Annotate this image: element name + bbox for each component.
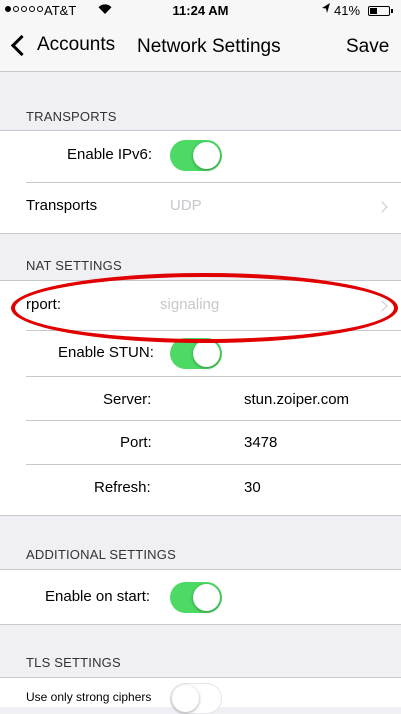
server-label: Server: — [103, 391, 152, 408]
transports-row[interactable]: Transports UDP — [0, 183, 401, 233]
section-header-additional: ADDITIONAL SETTINGS — [26, 547, 176, 562]
rport-label: rport: — [26, 296, 62, 313]
server-value[interactable]: stun.zoiper.com — [244, 391, 349, 408]
section-header-nat: NAT SETTINGS — [26, 258, 122, 273]
battery-tip — [391, 9, 393, 13]
enable-stun-label: Enable STUN: — [58, 344, 154, 361]
tls-group: Use only strong ciphers — [0, 677, 401, 714]
location-arrow-icon — [321, 2, 331, 17]
rport-row[interactable]: rport: signaling — [0, 280, 401, 330]
additional-group: Enable on start: — [0, 569, 401, 625]
enable-on-start-label: Enable on start: — [45, 588, 151, 605]
back-button[interactable]: Accounts — [6, 34, 115, 56]
refresh-value[interactable]: 30 — [244, 479, 261, 496]
battery-percent: 41% — [334, 3, 361, 18]
chevron-left-icon — [10, 34, 33, 56]
port-value[interactable]: 3478 — [244, 434, 277, 451]
enable-ipv6-label: Enable IPv6: — [67, 146, 153, 163]
navigation-bar: Accounts Network Settings Save — [0, 22, 401, 72]
save-button[interactable]: Save — [346, 36, 389, 58]
refresh-label: Refresh: — [94, 479, 151, 496]
port-label: Port: — [120, 434, 152, 451]
page-title: Network Settings — [137, 36, 281, 57]
nat-group: rport: signaling Enable STUN: Server: st… — [0, 280, 401, 516]
strong-ciphers-label: Use only strong ciphers — [26, 690, 152, 704]
rport-value: signaling — [160, 296, 220, 313]
section-header-tls: TLS SETTINGS — [26, 655, 121, 670]
transports-label: Transports — [26, 197, 98, 214]
enable-ipv6-toggle[interactable] — [170, 140, 222, 171]
chevron-right-icon — [376, 201, 388, 213]
status-bar: AT&T 11:24 AM 41% — [0, 0, 401, 22]
enable-stun-toggle[interactable] — [170, 338, 222, 369]
enable-on-start-toggle[interactable] — [170, 582, 222, 613]
section-header-transports: TRANSPORTS — [26, 109, 117, 124]
transports-value: UDP — [170, 197, 202, 214]
back-button-label: Accounts — [37, 34, 116, 55]
chevron-right-icon — [376, 300, 388, 312]
strong-ciphers-toggle[interactable] — [170, 683, 222, 714]
battery-icon — [368, 6, 390, 16]
transports-group: Enable IPv6: Transports UDP — [0, 130, 401, 234]
